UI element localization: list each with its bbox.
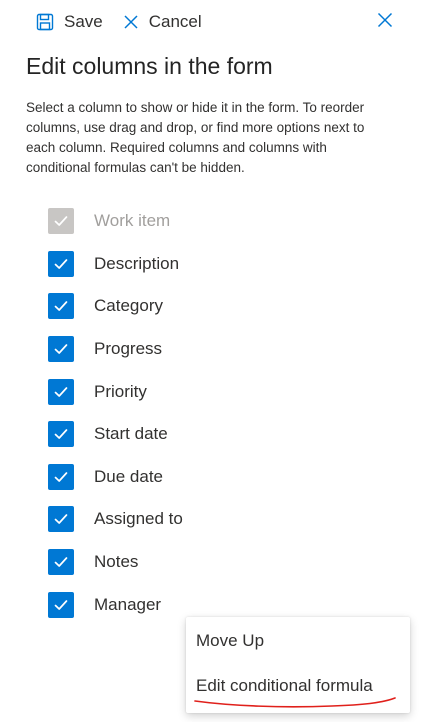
column-label: Progress <box>94 339 163 359</box>
edit-conditional-formula-menu-item[interactable]: Edit conditional formula <box>196 676 373 696</box>
column-item[interactable]: Due date <box>48 456 183 499</box>
column-item[interactable]: Progress <box>48 328 183 371</box>
checkmark-icon <box>54 599 68 610</box>
column-label: Assigned to <box>94 509 183 529</box>
column-checkbox[interactable] <box>48 336 74 363</box>
move-up-menu-item[interactable]: Move Up <box>196 631 264 651</box>
column-item[interactable]: Category <box>48 285 183 328</box>
column-item[interactable]: Start date <box>48 413 183 456</box>
panel-description: Select a column to show or hide it in th… <box>26 100 365 175</box>
checkmark-icon <box>54 429 68 440</box>
column-checkbox[interactable] <box>48 549 74 576</box>
column-checkbox[interactable] <box>48 506 74 533</box>
column-label: Category <box>94 296 163 316</box>
column-label: Due date <box>94 466 163 486</box>
column-checkbox[interactable] <box>48 421 74 448</box>
edit-columns-panel: Save Cancel Edit columns in the form Sel… <box>0 0 421 722</box>
column-item[interactable]: Assigned to <box>48 498 183 541</box>
save-icon <box>36 13 54 31</box>
checkmark-icon <box>54 344 68 354</box>
column-item[interactable]: Description <box>48 243 183 286</box>
column-label: Start date <box>94 424 168 444</box>
checkmark-icon <box>54 386 68 397</box>
column-checkbox[interactable] <box>48 378 74 405</box>
save-button[interactable]: Save <box>36 12 103 32</box>
checkmark-icon <box>54 557 68 567</box>
cancel-label: Cancel <box>148 12 202 31</box>
column-checkbox[interactable] <box>48 463 74 490</box>
column-label: Work item <box>94 211 171 231</box>
close-panel-button[interactable] <box>377 12 393 33</box>
column-label: Priority <box>94 381 147 401</box>
cancel-button[interactable]: Cancel <box>123 12 202 32</box>
column-label: Notes <box>94 552 139 572</box>
cancel-icon <box>123 14 139 30</box>
checkmark-icon <box>54 514 68 525</box>
column-label: Description <box>94 253 180 273</box>
column-item[interactable]: Priority <box>48 370 183 413</box>
column-checkbox <box>48 208 74 235</box>
checkmark-icon <box>54 472 68 482</box>
column-item[interactable]: Notes <box>48 541 183 584</box>
column-item[interactable]: Manager <box>48 583 183 626</box>
panel-title: Edit columns in the form <box>26 53 273 79</box>
column-label: Manager <box>94 594 162 614</box>
checkmark-icon <box>54 259 68 269</box>
annotation-underline <box>194 697 396 708</box>
checkmark-icon <box>54 301 68 312</box>
save-label: Save <box>64 12 103 31</box>
close-icon <box>377 12 393 32</box>
column-checkbox[interactable] <box>48 250 74 277</box>
column-item[interactable]: Work item <box>48 200 183 243</box>
column-checkbox[interactable] <box>48 293 74 320</box>
column-list: Work item Description Category Progress Prio… <box>48 200 183 626</box>
toolbar: Save Cancel <box>36 8 393 36</box>
checkmark-icon <box>54 216 68 227</box>
column-checkbox[interactable] <box>48 591 74 618</box>
